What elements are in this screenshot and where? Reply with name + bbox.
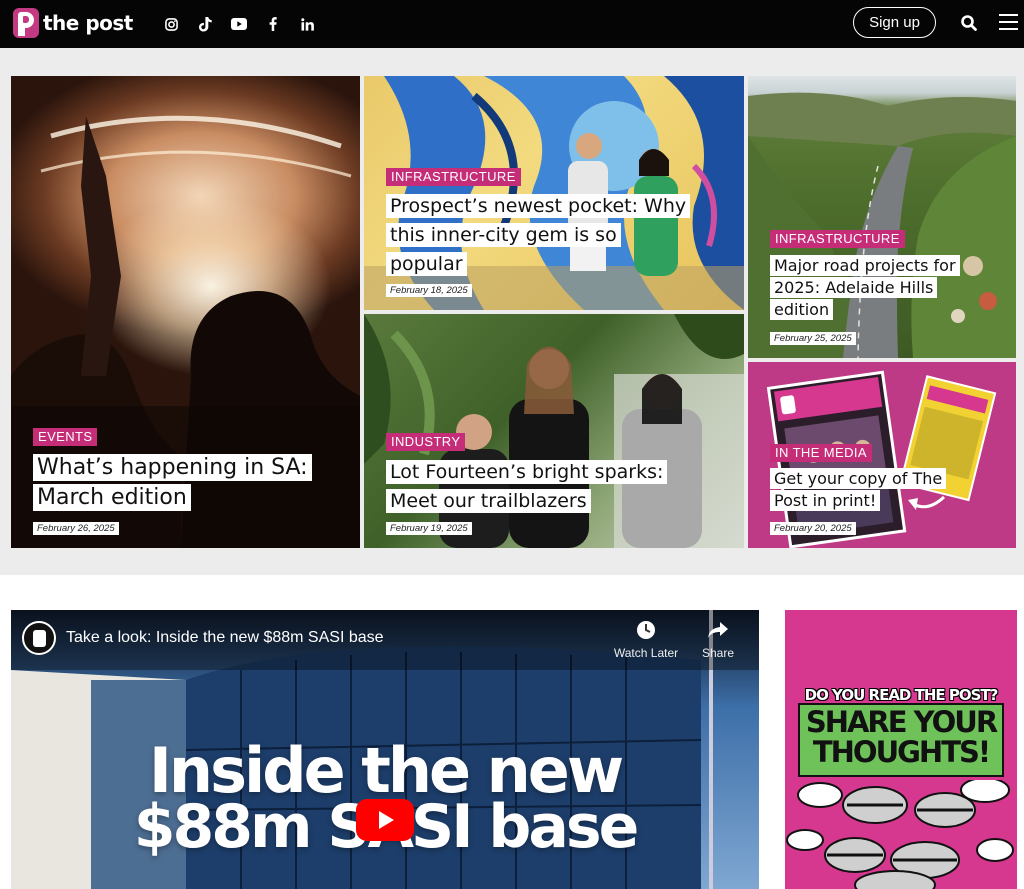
watch-later-button[interactable]: Watch Later — [610, 620, 682, 660]
youtube-play-button[interactable] — [356, 799, 414, 841]
youtube-icon[interactable] — [222, 14, 256, 34]
article-date: February 26, 2025 — [33, 522, 119, 535]
site-header: the post Sign up — [0, 0, 1024, 48]
article-date: February 20, 2025 — [770, 522, 856, 535]
category-tag[interactable]: INFRASTRUCTURE — [386, 168, 521, 186]
headline-text: Prospect’s newest pocket: Why this inner… — [386, 194, 691, 276]
hamburger-menu-icon[interactable] — [999, 14, 1018, 30]
video-title[interactable]: Take a look: Inside the new $88m SASI ba… — [66, 629, 384, 647]
headline-text: Get your copy of The Post in print! — [770, 468, 947, 511]
ad-question: DO YOU READ THE POST? — [804, 686, 999, 704]
category-tag[interactable]: IN THE MEDIA — [770, 444, 872, 462]
feature-card-prospect[interactable]: INFRASTRUCTURE Prospect’s newest pocket:… — [364, 76, 744, 310]
feature-card-lot-fourteen[interactable]: INDUSTRY Lot Fourteen’s bright sparks: M… — [364, 314, 744, 548]
feature-card-roads[interactable]: INFRASTRUCTURE Major road projects for 2… — [748, 76, 1016, 358]
watch-later-label: Watch Later — [613, 646, 679, 660]
ad-headline-line-2: THOUGHTS! — [812, 735, 991, 769]
channel-avatar[interactable] — [22, 621, 56, 655]
feature-card-events[interactable]: EVENTS What’s happening in SA: March edi… — [11, 76, 360, 548]
search-icon[interactable] — [960, 14, 978, 32]
logo-mark-icon — [13, 8, 39, 38]
site-logo[interactable]: the post — [13, 8, 133, 38]
article-headline[interactable]: Major road projects for 2025: Adelaide H… — [770, 255, 980, 321]
category-tag[interactable]: INFRASTRUCTURE — [770, 230, 905, 248]
logo-text: the post — [43, 11, 133, 35]
lips-collage-image — [786, 780, 1014, 889]
youtube-video-embed[interactable]: Take a look: Inside the new $88m SASI ba… — [11, 610, 759, 889]
instagram-icon[interactable] — [154, 14, 188, 34]
article-headline[interactable]: Get your copy of The Post in print! — [770, 468, 970, 512]
headline-text: Major road projects for 2025: Adelaide H… — [770, 255, 960, 320]
headline-text: What’s happening in SA: March edition — [33, 454, 312, 511]
category-tag[interactable]: INDUSTRY — [386, 433, 466, 451]
headline-text: Lot Fourteen’s bright sparks: Meet our t… — [386, 460, 668, 513]
feature-card-in-print[interactable]: IN THE MEDIA Get your copy of The Post i… — [748, 362, 1016, 548]
article-headline[interactable]: What’s happening in SA: March edition — [33, 453, 333, 513]
share-button[interactable]: Share — [682, 620, 754, 660]
share-your-thoughts-ad[interactable]: DO YOU READ THE POST? SHARE YOUR THOUGHT… — [785, 610, 1017, 889]
ad-headline-line-1: SHARE YOUR — [805, 705, 998, 739]
article-date: February 19, 2025 — [386, 522, 472, 535]
article-headline[interactable]: Lot Fourteen’s bright sparks: Meet our t… — [386, 458, 686, 516]
signup-button[interactable]: Sign up — [853, 7, 936, 38]
social-links — [154, 14, 324, 34]
article-date: February 25, 2025 — [770, 332, 856, 345]
article-date: February 18, 2025 — [386, 284, 472, 297]
linkedin-icon[interactable] — [290, 14, 324, 34]
share-label: Share — [701, 646, 735, 660]
facebook-icon[interactable] — [256, 14, 290, 34]
clock-icon — [637, 621, 655, 639]
category-tag[interactable]: EVENTS — [33, 428, 98, 446]
article-headline[interactable]: Prospect’s newest pocket: Why this inner… — [386, 192, 696, 279]
ad-headline: SHARE YOUR THOUGHTS! — [785, 707, 1017, 767]
share-arrow-icon — [708, 622, 728, 638]
tiktok-icon[interactable] — [188, 14, 222, 34]
